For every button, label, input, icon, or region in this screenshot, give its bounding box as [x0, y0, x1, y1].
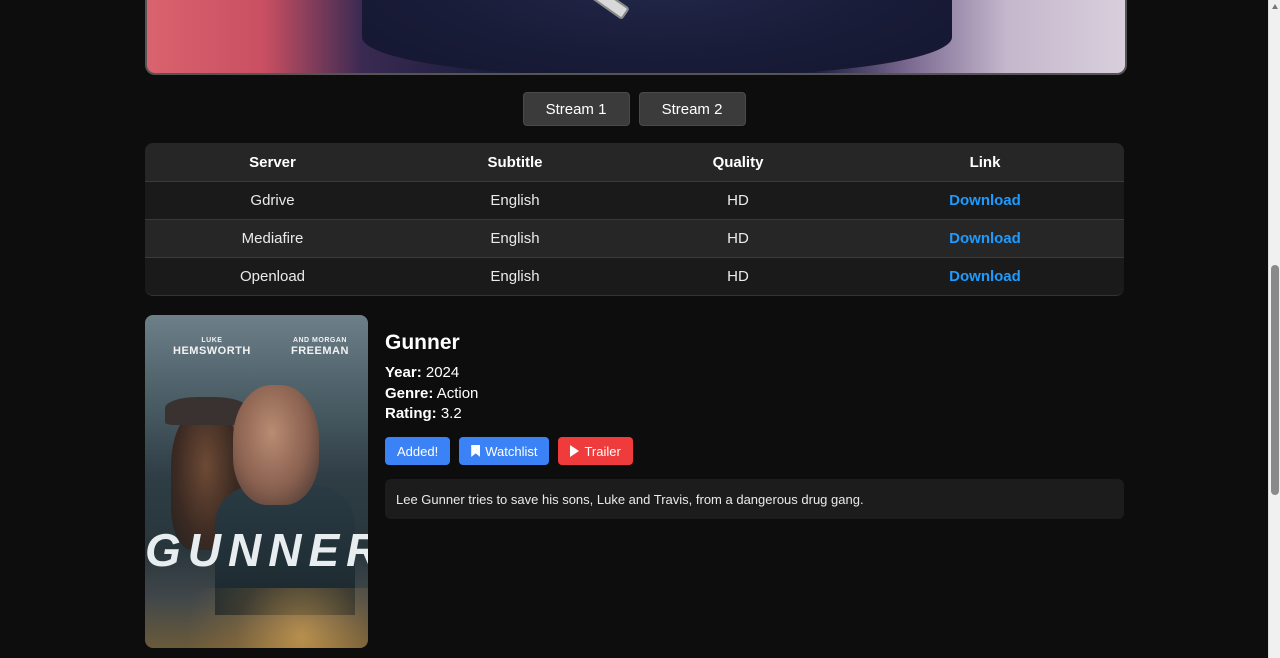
bookmark-icon: [471, 445, 481, 457]
download-link-mediafire[interactable]: Download: [949, 230, 1021, 247]
scroll-up-arrow-icon[interactable]: [1272, 4, 1278, 9]
table-row: Gdrive English HD Download: [145, 181, 1124, 219]
subtitle-cell: English: [490, 192, 540, 209]
scroll-thumb[interactable]: [1271, 265, 1279, 495]
poster-title: GUNNER: [145, 524, 368, 576]
table-row: Openload English HD Download: [145, 257, 1124, 295]
server-cell: Gdrive: [250, 192, 295, 209]
header-link: Link: [969, 153, 1001, 171]
poster-actor-2: AND MORGAN FREEMAN: [291, 337, 349, 357]
trailer-button[interactable]: Trailer: [558, 437, 633, 465]
movie-genre: Genre: Action: [385, 384, 479, 402]
movie-title: Gunner: [385, 331, 460, 354]
movie-rating: Rating: 3.2: [385, 405, 462, 422]
watchlist-button[interactable]: Watchlist: [459, 437, 550, 465]
quality-cell: HD: [727, 230, 749, 247]
link-cell: Download: [846, 230, 1124, 247]
header-quality: Quality: [712, 153, 764, 171]
page-scrollbar[interactable]: [1268, 0, 1280, 658]
movie-actions: Added! Watchlist Trailer: [385, 437, 633, 465]
download-link-openload[interactable]: Download: [949, 268, 1021, 285]
link-cell: Download: [846, 192, 1124, 209]
header-subtitle: Subtitle: [487, 153, 543, 171]
quality-cell: HD: [727, 268, 749, 285]
download-link-gdrive[interactable]: Download: [949, 192, 1021, 209]
header-server: Server: [249, 153, 296, 171]
table-row: Mediafire English HD Download: [145, 219, 1124, 257]
subtitle-cell: English: [490, 268, 540, 285]
added-button[interactable]: Added!: [385, 437, 451, 465]
poster-sparks: [145, 588, 368, 648]
stream-selector: Stream 1 Stream 2: [0, 92, 1268, 126]
server-cell: Openload: [239, 268, 306, 285]
server-cell: Mediafire: [241, 230, 304, 247]
movie-year: Year: 2024: [385, 364, 460, 381]
play-icon: [570, 445, 580, 457]
subtitle-cell: English: [490, 230, 540, 247]
movie-info: Gunner Year: 2024 Genre: Action Rating: …: [385, 331, 478, 425]
stream-1-button[interactable]: Stream 1: [522, 92, 630, 126]
video-player[interactable]: [145, 0, 1127, 75]
table-header-row: Server Subtitle Quality Link: [145, 143, 1124, 181]
movie-poster[interactable]: LUKE HEMSWORTH AND MORGAN FREEMAN GUNNER: [145, 315, 368, 648]
page: Stream 1 Stream 2 Server Subtitle Qualit…: [0, 0, 1280, 658]
movie-description: Lee Gunner tries to save his sons, Luke …: [385, 479, 1124, 519]
video-frame-figure: [362, 0, 952, 73]
quality-cell: HD: [727, 192, 749, 209]
poster-actor-1: LUKE HEMSWORTH: [173, 337, 251, 357]
stream-2-button[interactable]: Stream 2: [638, 92, 746, 126]
link-cell: Download: [846, 268, 1124, 285]
poster-figure-right: [233, 385, 319, 505]
download-table: Server Subtitle Quality Link Gdrive Engl…: [145, 143, 1124, 296]
